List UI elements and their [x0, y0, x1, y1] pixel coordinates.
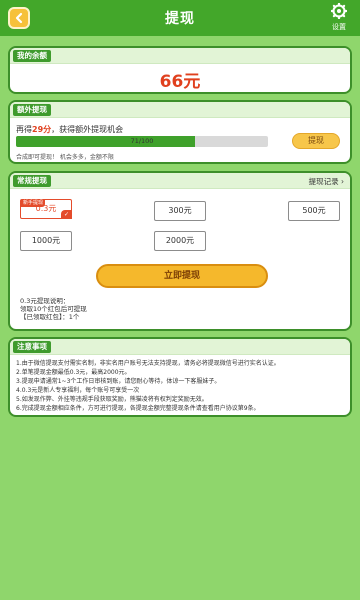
notes-list: 1.由于微信提现支付需实名制，非实名用户账号无法支持提现，请务必将提现微信号进行…: [16, 359, 346, 413]
balance-card-header: 我的余额: [10, 48, 350, 64]
extra-withdraw-button[interactable]: 提现: [292, 133, 340, 149]
note-item: 2.单笔提现金额最低0.3元，最高2000元。: [16, 369, 131, 376]
notes-card-header: 注意事项: [10, 339, 350, 355]
amount-option-0[interactable]: 新手提现 0.3元 ✓: [20, 199, 72, 219]
withdraw-now-button[interactable]: 立即提现: [96, 264, 268, 288]
regular-withdraw-card: 常规提现 提现记录 › 新手提现 0.3元 ✓ 300元 500元 1000元 …: [8, 171, 352, 331]
rule-line-1: 领取10个红包后可提现: [20, 305, 87, 313]
extra-section-title: 额外提现: [13, 104, 51, 116]
extra-card-header: 额外提现: [10, 102, 350, 118]
amount-option-4[interactable]: 2000元: [154, 231, 206, 251]
extra-tip: 合成即可提现！ 机会多多，金额不限: [16, 154, 114, 161]
notes-card: 注意事项 1.由于微信提现支付需实名制，非实名用户账号无法支持提现，请务必将提现…: [8, 337, 352, 417]
note-item: 4.0.3元是新人专享福利，每个账号可享受一次: [16, 387, 140, 394]
amount-option-label: 500元: [302, 206, 326, 215]
extra-points-remaining: 29分: [32, 125, 52, 134]
settings-label: 设置: [332, 23, 346, 31]
note-item: 3.提现申请通常1~3个工作日审核到账，请您耐心等待，体谅一下客服妹子。: [16, 378, 221, 385]
extra-text-prefix: 再得: [16, 125, 32, 134]
extra-text-suffix: ，获得额外提现机会: [51, 125, 124, 134]
page-title: 提现: [165, 11, 195, 27]
notes-section-title: 注意事项: [13, 341, 51, 353]
balance-card: 我的余额 66元: [8, 46, 352, 94]
note-item: 1.由于微信提现支付需实名制，非实名用户账号无法支持提现，请务必将提现微信号进行…: [16, 360, 280, 367]
extra-progress-bar: 71/100: [16, 136, 268, 147]
selected-check-icon: ✓: [61, 210, 72, 219]
balance-section-title: 我的余额: [13, 50, 51, 62]
rule-title: 0.3元提现说明：: [20, 297, 70, 305]
amount-option-3[interactable]: 1000元: [20, 231, 72, 251]
withdraw-rule-block: 0.3元提现说明： 领取10个红包后可提现 【已领取红包】：1个: [20, 297, 87, 321]
amount-option-label: 300元: [168, 206, 192, 215]
amount-option-2[interactable]: 500元: [288, 201, 340, 221]
chevron-right-icon: ›: [341, 177, 344, 186]
withdraw-record-link[interactable]: 提现记录 ›: [309, 176, 344, 187]
extra-withdraw-card: 额外提现 再得29分，获得额外提现机会 71/100 合成即可提现！ 机会多多，…: [8, 100, 352, 164]
amount-option-label: 2000元: [165, 236, 195, 245]
record-link-label: 提现记录: [308, 177, 339, 186]
rule-line-2: 【已领取红包】：1个: [20, 313, 80, 321]
progress-text: 71/100: [130, 137, 154, 145]
gear-icon: [330, 2, 348, 20]
top-bar: 提现 设置: [0, 0, 360, 36]
extra-progress-message: 再得29分，获得额外提现机会: [16, 124, 123, 135]
amount-option-1[interactable]: 300元: [154, 201, 206, 221]
newbie-tag: 新手提现: [21, 200, 46, 207]
balance-amount: 66元: [159, 72, 201, 92]
regular-card-header: 常规提现 提现记录 ›: [10, 173, 350, 189]
note-item: 5.如发现作弊、外挂等违规手段获取奖励，熊猫凌将有权判定奖励无效。: [16, 396, 208, 403]
amount-option-label: 1000元: [31, 236, 61, 245]
note-item: 6.完成提现金额相应条件，方可进行提现，各提现金额完整提现条件请查看用户协议第9…: [16, 405, 260, 412]
regular-section-title: 常规提现: [13, 175, 51, 187]
settings-button[interactable]: 设置: [326, 2, 352, 33]
